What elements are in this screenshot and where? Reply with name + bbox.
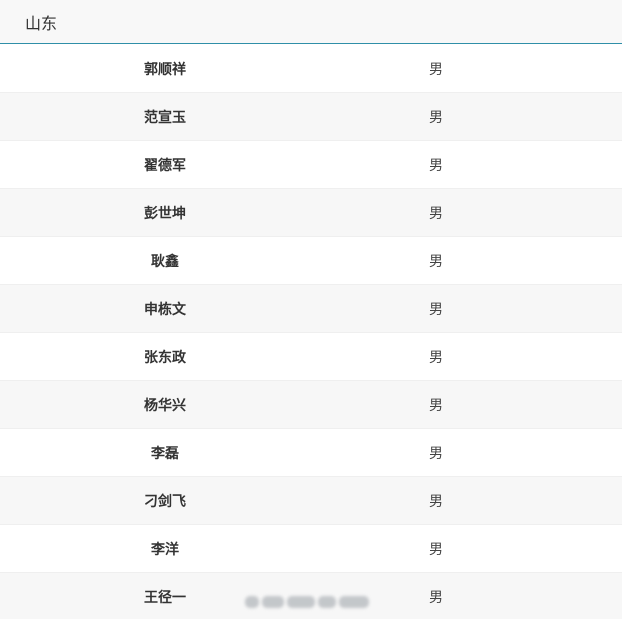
section-header: 山东 (0, 0, 622, 44)
blurred-watermark (245, 593, 380, 611)
player-name: 彭世坤 (144, 205, 186, 222)
player-gender: 男 (429, 541, 443, 558)
table-row: 耿鑫 男 (0, 237, 622, 285)
watermark-logo-icon (245, 596, 259, 608)
player-gender: 男 (429, 349, 443, 366)
player-name: 杨华兴 (144, 397, 186, 414)
player-gender: 男 (429, 301, 443, 318)
player-name: 耿鑫 (151, 253, 179, 270)
table-row: 李洋 男 (0, 525, 622, 573)
player-name: 张东政 (144, 349, 186, 366)
watermark-blob (318, 596, 336, 608)
watermark-blob (339, 596, 369, 608)
table-row: 申栋文 男 (0, 285, 622, 333)
player-gender: 男 (429, 397, 443, 414)
player-gender: 男 (429, 157, 443, 174)
player-gender: 男 (429, 109, 443, 126)
watermark-blob (287, 596, 315, 608)
player-name: 范宣玉 (144, 109, 186, 126)
watermark-blob (262, 596, 284, 608)
player-gender: 男 (429, 253, 443, 270)
player-gender: 男 (429, 205, 443, 222)
table-row: 郭顺祥 男 (0, 45, 622, 93)
player-gender: 男 (429, 445, 443, 462)
table-row: 张东政 男 (0, 333, 622, 381)
player-name: 申栋文 (144, 301, 186, 318)
table-row: 刁剑飞 男 (0, 477, 622, 525)
table-row: 杨华兴 男 (0, 381, 622, 429)
table-row: 李磊 男 (0, 429, 622, 477)
player-name: 郭顺祥 (144, 61, 186, 78)
roster-page: 山东 郭顺祥 男 范宣玉 男 翟德军 男 彭世坤 男 耿鑫 男 申栋文 男 张东… (0, 0, 622, 619)
table-row: 彭世坤 男 (0, 189, 622, 237)
roster-table: 郭顺祥 男 范宣玉 男 翟德军 男 彭世坤 男 耿鑫 男 申栋文 男 张东政 男… (0, 45, 622, 619)
player-gender: 男 (429, 493, 443, 510)
table-row: 翟德军 男 (0, 141, 622, 189)
player-name: 李磊 (151, 445, 179, 462)
player-name: 翟德军 (144, 157, 186, 174)
table-row: 范宣玉 男 (0, 93, 622, 141)
player-name: 李洋 (151, 541, 179, 558)
section-title: 山东 (25, 13, 58, 33)
player-gender: 男 (429, 61, 443, 78)
player-name: 刁剑飞 (144, 493, 186, 510)
